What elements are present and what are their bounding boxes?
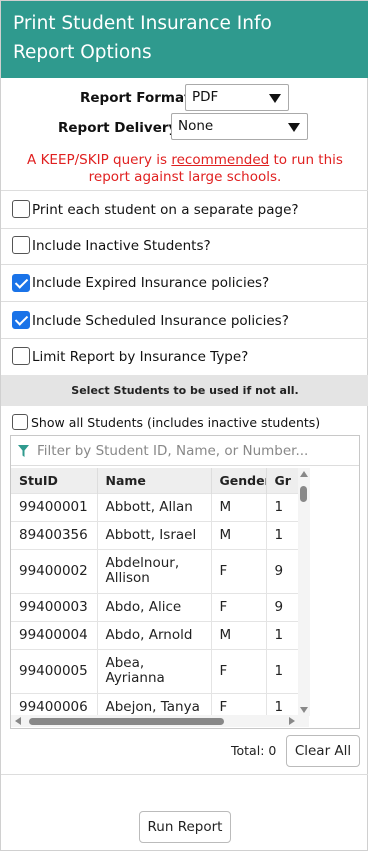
vertical-scrollbar[interactable] [298, 468, 310, 716]
report-format-select[interactable]: PDF [185, 84, 289, 111]
page-title: Print Student Insurance Info Report Opti… [1, 1, 368, 78]
scheduled-policies-label: Include Scheduled Insurance policies? [32, 313, 289, 329]
cell-stuid: 99400004 [11, 620, 98, 649]
table-row[interactable]: 99400005 Abea, Ayrianna F 1 [11, 648, 309, 693]
recommended-link[interactable]: recommended [171, 152, 269, 168]
chevron-down-icon [269, 94, 281, 103]
scroll-thumb[interactable] [300, 486, 307, 502]
run-report-button[interactable]: Run Report [139, 811, 231, 843]
table-header-row: StuID Name Gender Gr [11, 468, 309, 493]
filter-icon [18, 445, 29, 457]
cell-name: Abdelnour, Allison [97, 548, 212, 593]
report-delivery-select[interactable]: None [171, 113, 308, 140]
divider [1, 774, 368, 775]
cell-name: Abdo, Alice [97, 592, 212, 621]
report-options-panel: Print Student Insurance Info Report Opti… [0, 0, 368, 851]
title-line-2: Report Options [13, 42, 152, 63]
cell-gender: F [211, 592, 267, 621]
cell-stuid: 99400001 [11, 492, 98, 521]
scroll-right-icon[interactable] [289, 717, 295, 725]
show-all-students-checkbox[interactable] [12, 414, 28, 430]
table-row[interactable]: 99400001 Abbott, Allan M 1 [11, 492, 309, 521]
column-header-stuid[interactable]: StuID [11, 468, 98, 493]
inactive-students-label: Include Inactive Students? [32, 238, 211, 254]
option-separate-page[interactable]: Print each student on a separate page? [1, 191, 368, 228]
table-row[interactable]: 99400002 Abdelnour, Allison F 9 [11, 548, 309, 593]
cell-stuid: 99400002 [11, 548, 98, 593]
scroll-down-icon[interactable] [300, 707, 308, 713]
option-expired-policies[interactable]: Include Expired Insurance policies? [1, 265, 368, 302]
total-label: Total: [231, 743, 265, 758]
filter-input[interactable]: Filter by Student ID, Name, or Number... [37, 443, 357, 459]
cell-gender: F [211, 548, 267, 593]
student-table-viewport: StuID Name Gender Gr 99400001 Abbott, Al… [11, 468, 309, 718]
show-all-students-label: Show all Students (includes inactive stu… [31, 415, 321, 430]
table-row[interactable]: 89400356 Abbott, Israel M 1 [11, 520, 309, 549]
cell-name: Abea, Ayrianna [97, 648, 212, 693]
total-count: Total: 0 [231, 743, 276, 758]
limit-insurance-type-label: Limit Report by Insurance Type? [32, 349, 249, 365]
report-delivery-value: None [178, 118, 214, 134]
scroll-thumb[interactable] [29, 718, 224, 725]
cell-stuid: 99400005 [11, 648, 98, 693]
scroll-up-icon[interactable] [300, 471, 308, 477]
student-table: StuID Name Gender Gr 99400001 Abbott, Al… [11, 468, 309, 718]
select-students-heading: Select Students to be used if not all. [1, 375, 368, 406]
horizontal-scrollbar[interactable] [11, 715, 309, 727]
inactive-students-checkbox[interactable] [12, 236, 30, 254]
cell-gender: M [211, 492, 267, 521]
keep-skip-warning: A KEEP/SKIP query is recommended to run … [1, 152, 368, 186]
chevron-down-icon [288, 123, 300, 132]
limit-insurance-type-checkbox[interactable] [12, 347, 30, 365]
option-limit-insurance-type[interactable]: Limit Report by Insurance Type? [1, 339, 368, 376]
title-line-1: Print Student Insurance Info [13, 13, 272, 34]
report-format-label: Report Format: [80, 90, 196, 106]
cell-gender: F [211, 648, 267, 693]
student-grid: Filter by Student ID, Name, or Number...… [10, 435, 360, 729]
separate-page-checkbox[interactable] [12, 200, 30, 218]
cell-name: Abbott, Israel [97, 520, 212, 549]
scroll-left-icon[interactable] [15, 717, 21, 725]
column-header-name[interactable]: Name [97, 468, 212, 493]
student-filter[interactable]: Filter by Student ID, Name, or Number... [11, 436, 359, 466]
column-header-gender[interactable]: Gender [211, 468, 267, 493]
cell-stuid: 89400356 [11, 520, 98, 549]
warning-text-post: to run this [269, 152, 343, 168]
expired-policies-checkbox[interactable] [12, 274, 30, 292]
cell-name: Abdo, Arnold [97, 620, 212, 649]
cell-gender: M [211, 520, 267, 549]
cell-stuid: 99400003 [11, 592, 98, 621]
cell-gender: M [211, 620, 267, 649]
option-scheduled-policies[interactable]: Include Scheduled Insurance policies? [1, 302, 368, 339]
table-row[interactable]: 99400004 Abdo, Arnold M 1 [11, 620, 309, 649]
cell-name: Abbott, Allan [97, 492, 212, 521]
option-inactive-students[interactable]: Include Inactive Students? [1, 228, 368, 265]
report-format-value: PDF [192, 89, 219, 105]
warning-text-pre: A KEEP/SKIP query is [27, 152, 172, 168]
separate-page-label: Print each student on a separate page? [32, 202, 299, 218]
expired-policies-label: Include Expired Insurance policies? [32, 275, 270, 291]
clear-all-button[interactable]: Clear All [286, 735, 360, 767]
warning-text-line2: report against large schools. [88, 169, 282, 185]
report-delivery-label: Report Delivery: [58, 120, 183, 136]
table-row[interactable]: 99400003 Abdo, Alice F 9 [11, 592, 309, 621]
scheduled-policies-checkbox[interactable] [12, 311, 30, 329]
total-value: 0 [268, 743, 277, 758]
